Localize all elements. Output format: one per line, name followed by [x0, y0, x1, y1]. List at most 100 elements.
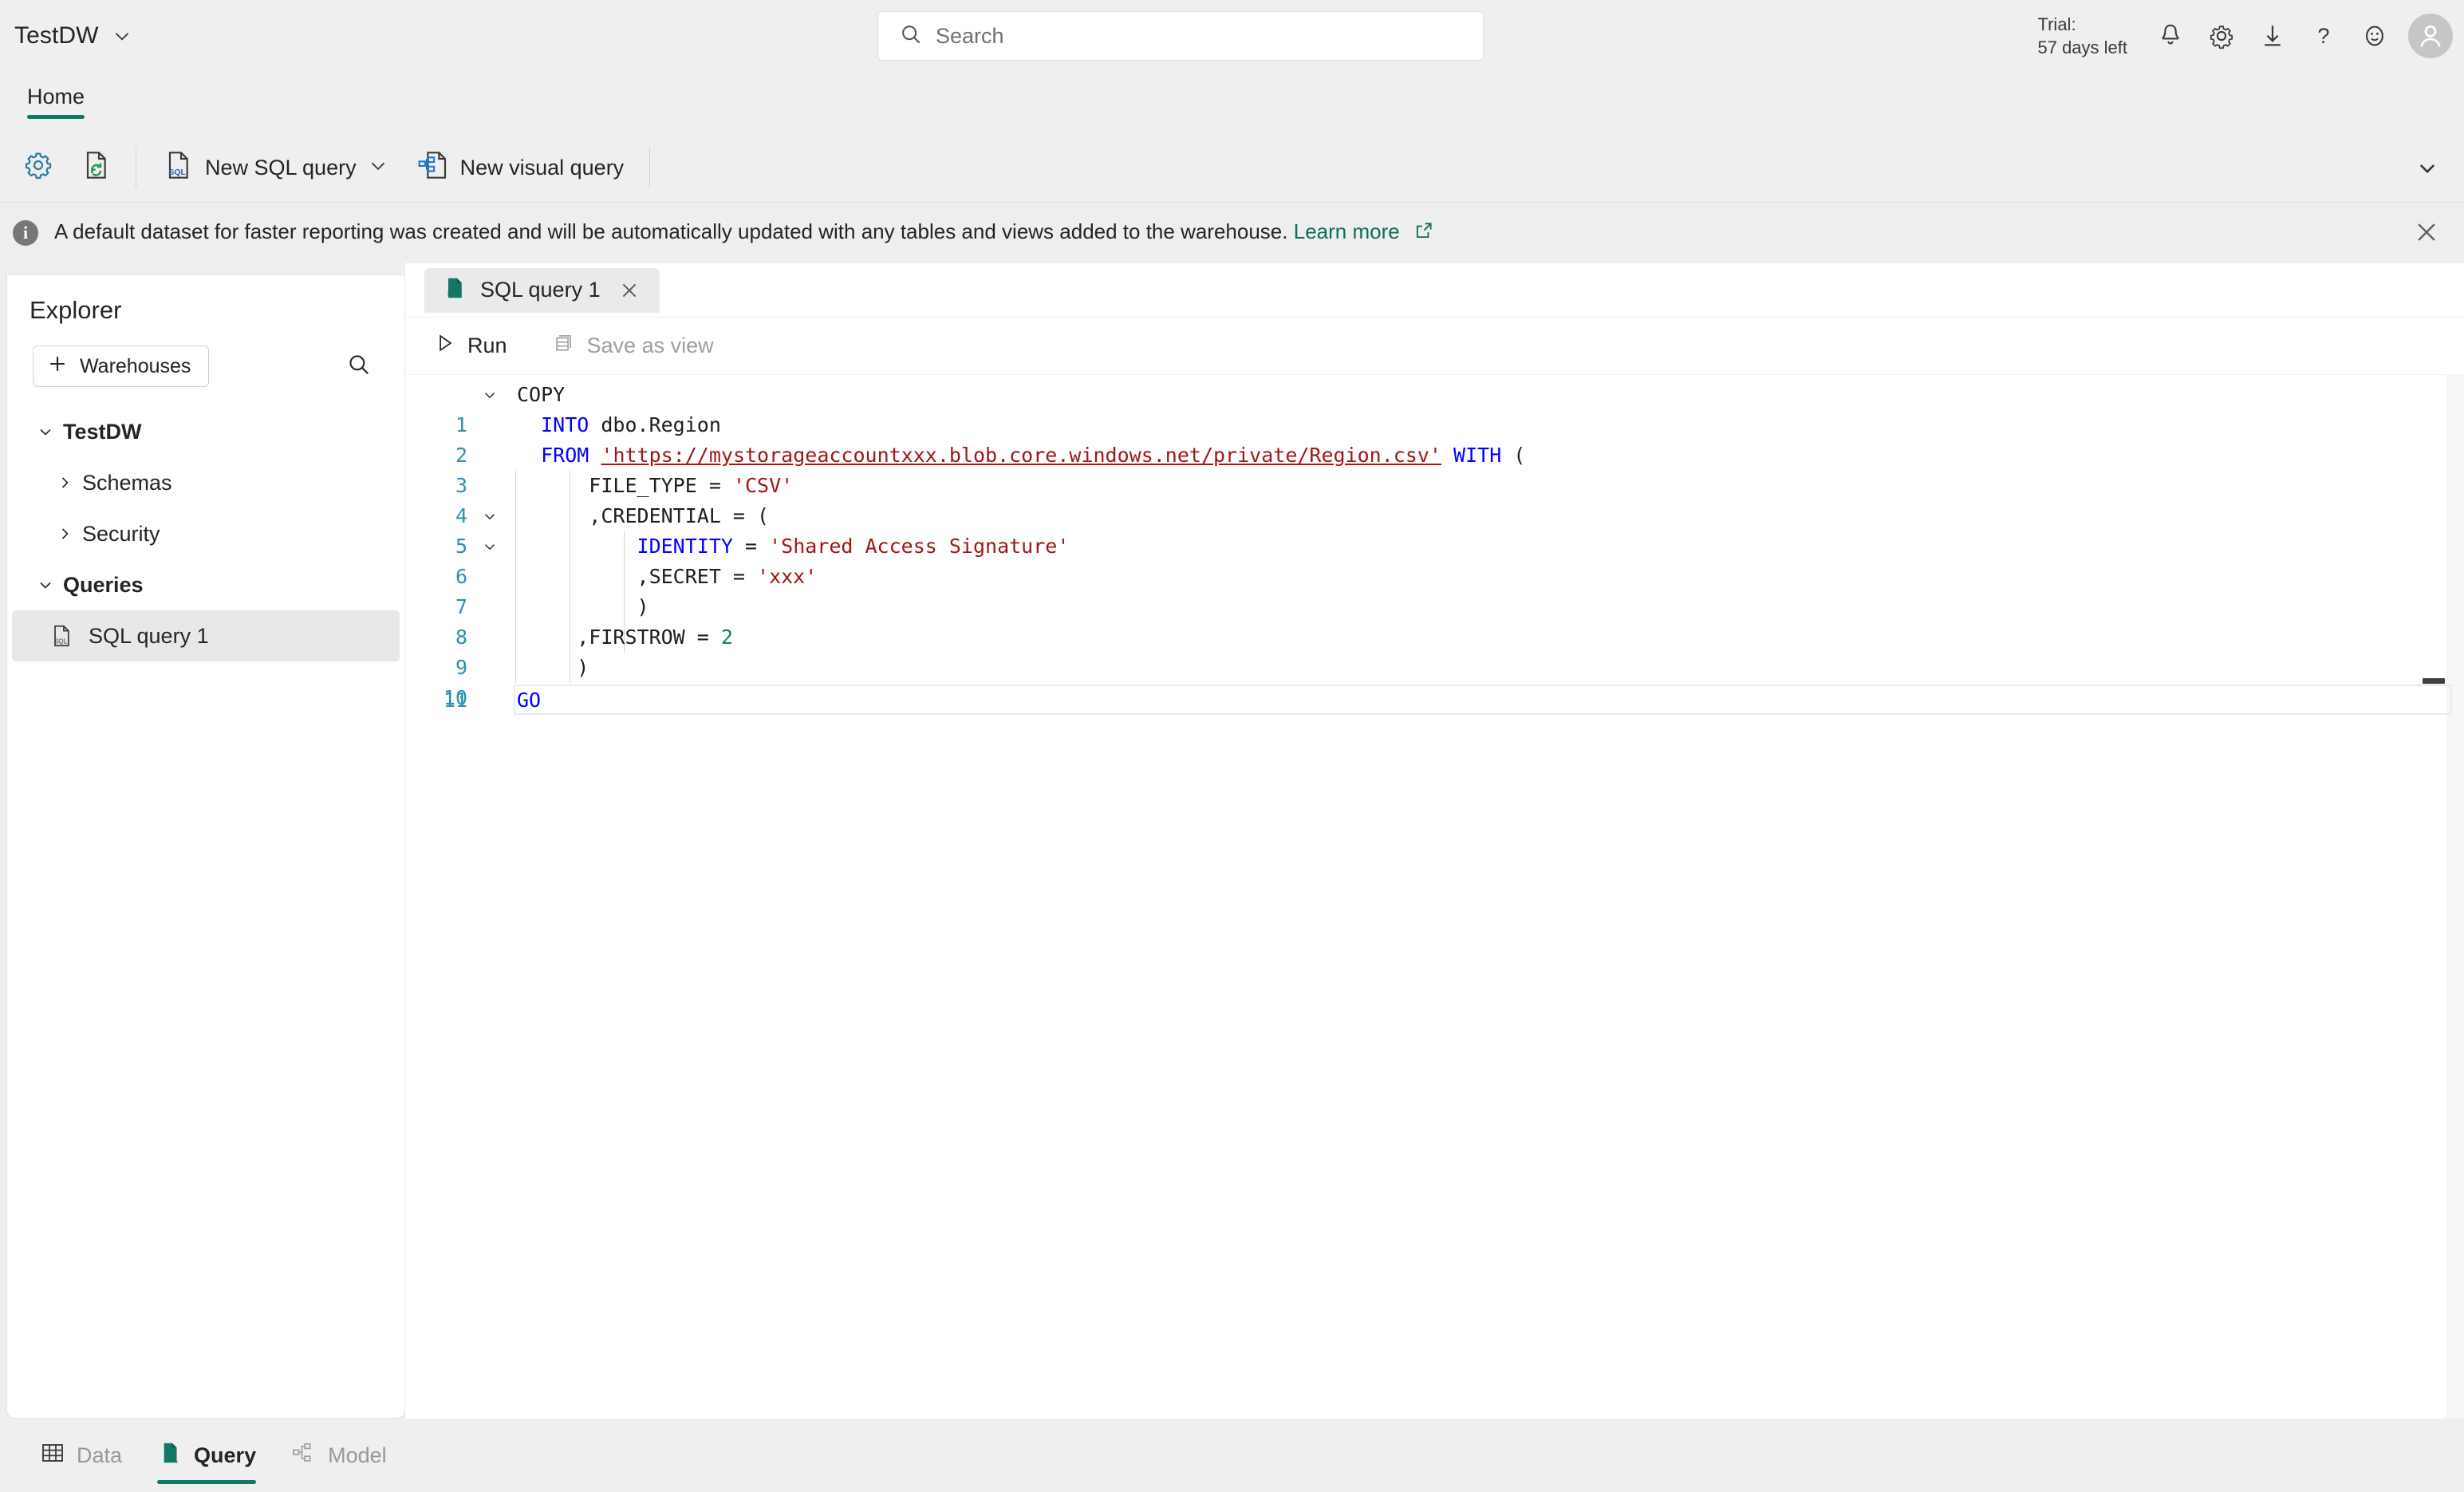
code-token: ,FIRSTROW =: [517, 626, 721, 649]
code-token: dbo.Region: [589, 413, 721, 436]
plus-icon: [46, 353, 69, 381]
search-input[interactable]: [936, 23, 1414, 49]
trial-status: Trial: 57 days left: [2037, 13, 2127, 59]
refresh-file-button[interactable]: [69, 142, 123, 193]
sidebar-item-queries[interactable]: Queries: [12, 559, 400, 610]
code-token: INTO: [541, 413, 589, 436]
workspace-title-button[interactable]: TestDW: [14, 22, 132, 49]
code-text: GO: [517, 685, 541, 716]
tab-home[interactable]: Home: [16, 78, 96, 122]
chevron-down-icon[interactable]: [479, 533, 501, 560]
chevron-down-icon[interactable]: [479, 381, 501, 409]
sql-code-editor[interactable]: 1 COPY 2 INTO dbo.Region 3 FROM 'https:/…: [405, 375, 2464, 1419]
explorer-panel: Explorer Warehouses TestDW Schemas Secur…: [6, 274, 405, 1419]
tab-data[interactable]: Data: [24, 1425, 138, 1486]
tab-model[interactable]: Model: [275, 1425, 403, 1486]
code-token: WITH: [1453, 444, 1502, 467]
code-token: GO: [517, 689, 542, 712]
sidebar-item-label: Schemas: [82, 470, 172, 495]
info-icon: i: [13, 220, 38, 246]
chevron-down-icon[interactable]: [28, 422, 63, 441]
tab-query-label: Query: [194, 1443, 257, 1467]
visual-query-icon: [417, 149, 449, 187]
code-token: COPY: [517, 383, 566, 406]
trial-days-left: 57 days left: [2037, 37, 2127, 57]
notification-banner: i A default dataset for faster reporting…: [0, 203, 2464, 263]
code-text: ,SECRET = 'xxx': [517, 562, 818, 592]
document-tab-sql-query-1[interactable]: SQL SQL query 1: [424, 267, 660, 313]
query-file-icon: [157, 1440, 183, 1471]
refresh-file-icon: [80, 149, 112, 187]
save-as-view-button[interactable]: Save as view: [539, 324, 728, 369]
explorer-search-button[interactable]: [341, 348, 377, 385]
sidebar-item-security[interactable]: Security: [12, 508, 400, 559]
code-line: 1 COPY: [405, 380, 2464, 436]
learn-more-link[interactable]: Learn more: [1294, 219, 1400, 243]
tab-data-label: Data: [77, 1443, 123, 1467]
sidebar-item-schemas[interactable]: Schemas: [12, 457, 400, 508]
chevron-down-icon[interactable]: [28, 575, 63, 594]
code-token: ): [517, 595, 649, 618]
global-search[interactable]: [877, 11, 1484, 61]
close-icon: [2413, 219, 2440, 250]
tab-query[interactable]: Query: [141, 1425, 272, 1486]
document-tab-label: SQL query 1: [480, 278, 601, 302]
chevron-down-icon: [2416, 156, 2438, 183]
query-document-area: SQL SQL query 1 Run Save as view 1 COPY …: [405, 263, 2464, 1419]
settings-gear-icon[interactable]: [2196, 10, 2247, 61]
code-text: COPY: [517, 380, 565, 410]
new-visual-query-button[interactable]: New visual query: [404, 142, 637, 193]
notification-text-wrap: A default dataset for faster reporting w…: [54, 219, 1434, 247]
help-question-icon[interactable]: ?: [2298, 10, 2349, 61]
code-token: ,CREDENTIAL = (: [517, 504, 770, 527]
add-warehouses-button[interactable]: Warehouses: [33, 345, 210, 387]
code-line: 2 INTO dbo.Region: [405, 410, 2464, 467]
info-glyph: i: [22, 223, 29, 243]
new-sql-query-button[interactable]: SQL New SQL query: [149, 142, 401, 193]
close-icon[interactable]: [613, 274, 645, 306]
ribbon-collapse-button[interactable]: [2410, 152, 2445, 187]
table-grid-icon: [40, 1440, 65, 1471]
chevron-down-icon[interactable]: [368, 155, 388, 181]
sidebar-item-label: SQL query 1: [89, 623, 209, 648]
notification-close-button[interactable]: [2410, 217, 2443, 251]
run-button[interactable]: Run: [420, 324, 522, 369]
search-box[interactable]: [877, 11, 1484, 61]
ribbon-divider-2: [649, 147, 651, 188]
chevron-down-icon[interactable]: [112, 26, 132, 46]
editor-horizontal-scrollbar-thumb[interactable]: [2423, 678, 2445, 684]
chevron-right-icon[interactable]: [47, 524, 82, 543]
notifications-bell-icon[interactable]: [2145, 10, 2196, 61]
feedback-smiley-icon[interactable]: [2349, 10, 2400, 61]
explorer-tree: TestDW Schemas Security Queries SQL SQL …: [7, 406, 404, 661]
code-token: ): [517, 656, 589, 679]
svg-text:SQL: SQL: [54, 638, 68, 645]
code-line: 4 FILE_TYPE = 'CSV': [405, 471, 2464, 527]
code-token-url-string: 'https://mystorageaccountxxx.blob.core.w…: [601, 444, 1441, 467]
explorer-title: Explorer: [30, 296, 122, 324]
sidebar-item-label: TestDW: [63, 419, 142, 444]
code-text: FILE_TYPE = 'CSV': [517, 471, 793, 501]
svg-text:SQL: SQL: [168, 168, 186, 177]
sql-file-icon: SQL: [162, 149, 194, 187]
code-token: 'CSV': [732, 474, 794, 497]
sidebar-item-testdw[interactable]: TestDW: [12, 406, 400, 457]
sidebar-item-sql-query-1[interactable]: SQL SQL query 1: [12, 610, 400, 661]
code-text: INTO dbo.Region: [517, 410, 721, 440]
code-token: =: [732, 535, 770, 558]
chevron-right-icon[interactable]: [47, 473, 82, 492]
open-in-new-window-icon[interactable]: [1413, 220, 1434, 247]
tab-model-label: Model: [328, 1443, 387, 1467]
avatar[interactable]: [2408, 14, 2453, 58]
code-token: ,SECRET =: [517, 565, 758, 588]
editor-horizontal-scrollbar[interactable]: [517, 678, 2451, 684]
chevron-down-icon[interactable]: [479, 503, 501, 530]
ribbon-settings-button[interactable]: [11, 142, 65, 193]
download-icon[interactable]: [2247, 10, 2298, 61]
sql-file-icon: SQL: [44, 623, 79, 649]
workspace-title: TestDW: [14, 22, 99, 49]
